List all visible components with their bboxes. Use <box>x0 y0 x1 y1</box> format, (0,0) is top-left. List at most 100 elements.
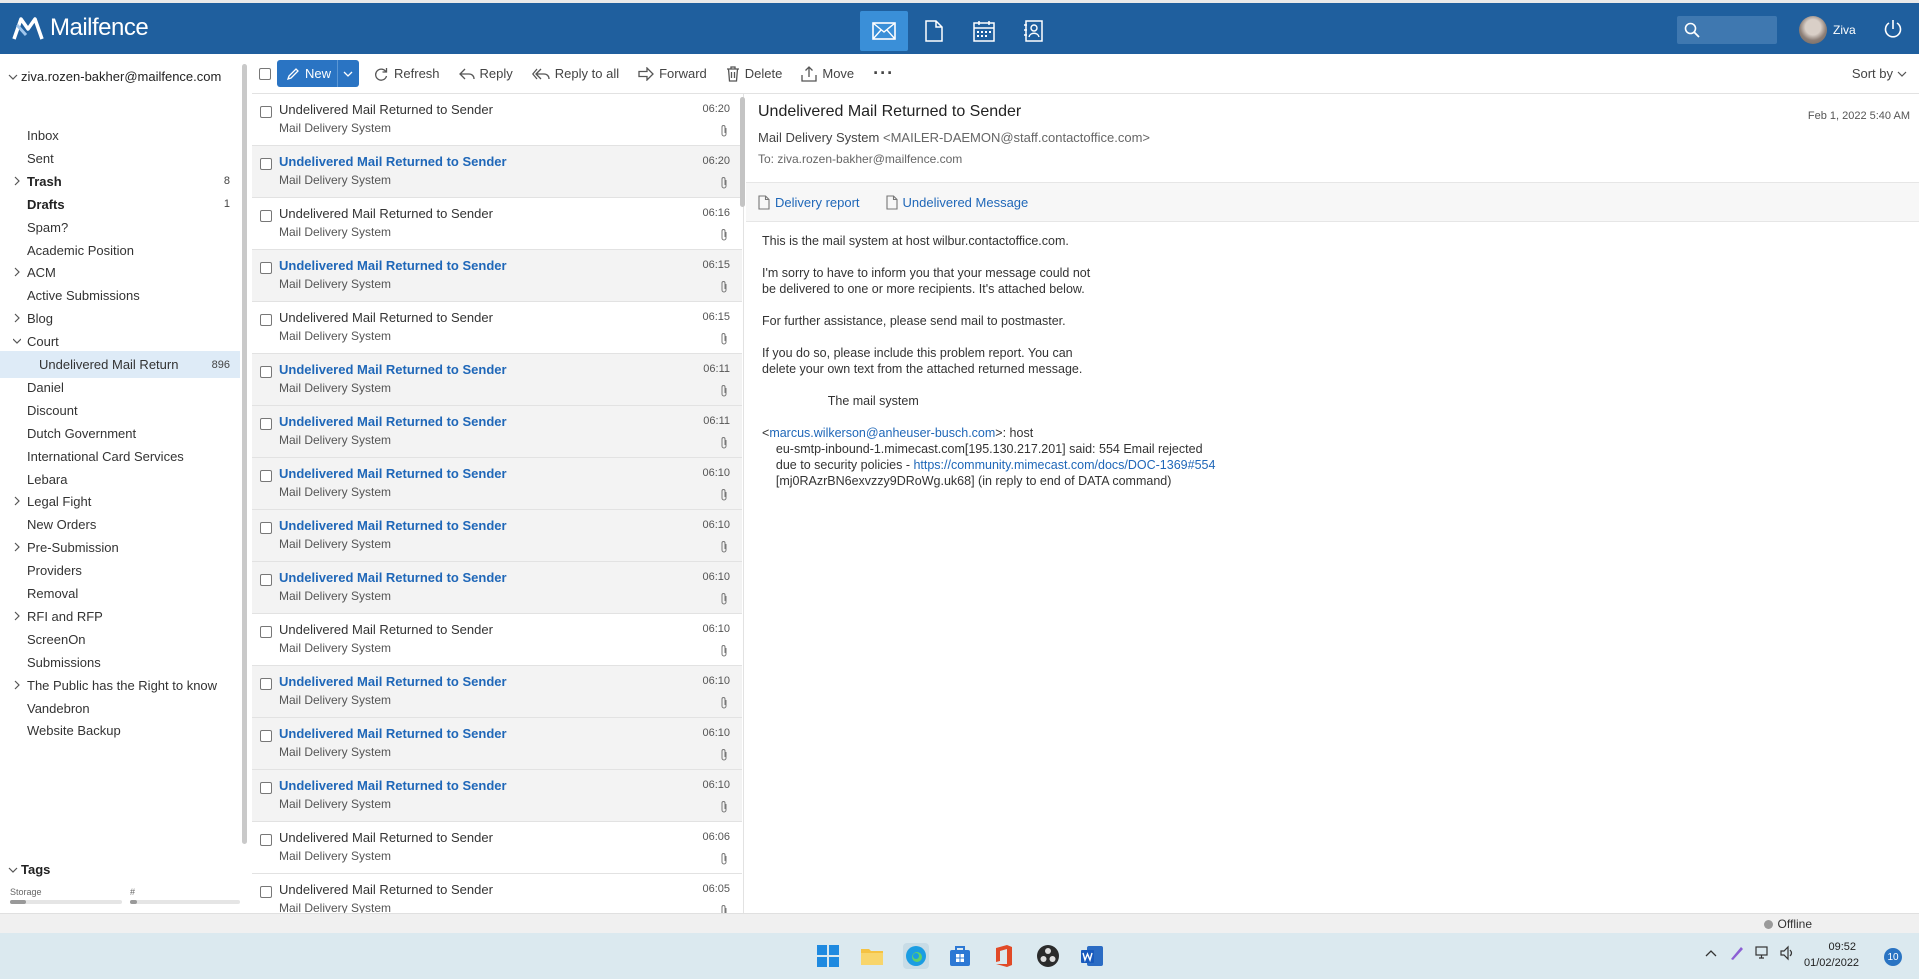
message-checkbox[interactable] <box>260 626 272 638</box>
attachment-delivery-report[interactable]: Delivery report <box>758 195 860 210</box>
message-checkbox[interactable] <box>260 314 272 326</box>
chevron-up-icon[interactable] <box>1705 948 1717 958</box>
chevron-right-icon[interactable] <box>13 496 21 506</box>
message-row[interactable]: Undelivered Mail Returned to Sender Mail … <box>252 302 742 354</box>
folder-icon <box>861 949 883 965</box>
message-checkbox[interactable] <box>260 782 272 794</box>
mailfence-logo[interactable]: Mailfence <box>12 14 149 42</box>
sort-by-dropdown[interactable]: Sort by <box>1852 66 1907 81</box>
attachment-icon <box>721 853 727 865</box>
edge-browser-button[interactable] <box>903 943 929 969</box>
reply-button[interactable]: Reply <box>458 66 513 81</box>
message-row[interactable]: Undelivered Mail Returned to Sender Mail … <box>252 770 742 822</box>
message-list-scrollbar[interactable] <box>740 97 745 207</box>
message-row[interactable]: Undelivered Mail Returned to Sender Mail … <box>252 874 742 913</box>
recipient-email-link[interactable]: marcus.wilkerson@anheuser-busch.com <box>769 426 995 440</box>
message-checkbox[interactable] <box>260 834 272 846</box>
message-checkbox[interactable] <box>260 574 272 586</box>
chevron-right-icon[interactable] <box>13 611 21 621</box>
more-actions-button[interactable]: ··· <box>873 63 894 84</box>
message-row[interactable]: Undelivered Mail Returned to Sender Mail … <box>252 94 742 146</box>
message-checkbox[interactable] <box>260 418 272 430</box>
windows-icon <box>817 945 839 967</box>
message-checkbox[interactable] <box>260 106 272 118</box>
policy-link[interactable]: https://community.mimecast.com/docs/DOC-… <box>913 458 1215 472</box>
obs-button[interactable] <box>1035 943 1061 969</box>
message-checkbox[interactable] <box>260 158 272 170</box>
chevron-down-icon[interactable] <box>13 336 21 346</box>
message-row-sender: Mail Delivery System <box>279 485 392 499</box>
message-row[interactable]: Undelivered Mail Returned to Sender Mail … <box>252 562 742 614</box>
chevron-right-icon[interactable] <box>13 267 21 277</box>
message-row-time: 06:20 <box>702 103 730 115</box>
message-checkbox[interactable] <box>260 730 272 742</box>
folder-name: International Card Services <box>27 448 184 464</box>
message-checkbox[interactable] <box>260 470 272 482</box>
offline-indicator[interactable]: Offline <box>1763 917 1812 931</box>
forward-button[interactable]: Forward <box>638 66 707 81</box>
contacts-app-button[interactable] <box>1010 11 1058 51</box>
message-row[interactable]: Undelivered Mail Returned to Sender Mail … <box>252 614 742 666</box>
search-input[interactable] <box>1677 16 1777 44</box>
storage-label: Storage <box>10 887 42 897</box>
refresh-button[interactable]: Refresh <box>373 66 440 82</box>
message-checkbox[interactable] <box>260 262 272 274</box>
documents-app-button[interactable] <box>910 11 958 51</box>
chevron-right-icon[interactable] <box>13 542 21 552</box>
word-icon <box>1081 946 1103 966</box>
start-button[interactable] <box>815 943 841 969</box>
message-row[interactable]: Undelivered Mail Returned to Sender Mail … <box>252 198 742 250</box>
tags-section[interactable]: Tags <box>8 862 50 877</box>
message-checkbox[interactable] <box>260 366 272 378</box>
message-row-time: 06:10 <box>702 571 730 583</box>
chevron-right-icon[interactable] <box>13 176 21 186</box>
pen-icon[interactable] <box>1729 945 1745 961</box>
message-checkbox[interactable] <box>260 886 272 898</box>
move-button[interactable]: Move <box>801 65 854 82</box>
store-button[interactable] <box>947 943 973 969</box>
attachment-undelivered-message[interactable]: Undelivered Message <box>885 195 1028 210</box>
sidebar-scrollbar[interactable] <box>242 64 247 844</box>
delete-button[interactable]: Delete <box>726 65 782 82</box>
word-button[interactable] <box>1079 943 1105 969</box>
message-row-subject: Undelivered Mail Returned to Sender <box>279 258 507 273</box>
taskbar-clock[interactable]: 09:52 01/02/2022 <box>1804 939 1859 971</box>
sidebar-folder[interactable]: Website Backup <box>0 717 240 744</box>
message-row[interactable]: Undelivered Mail Returned to Sender Mail … <box>252 458 742 510</box>
message-row[interactable]: Undelivered Mail Returned to Sender Mail … <box>252 250 742 302</box>
office-button[interactable] <box>991 943 1017 969</box>
message-checkbox[interactable] <box>260 210 272 222</box>
chevron-right-icon[interactable] <box>13 313 21 323</box>
notification-badge[interactable]: 10 <box>1884 948 1902 966</box>
new-message-button[interactable]: New <box>277 60 360 87</box>
reply-all-button[interactable]: Reply to all <box>531 66 619 81</box>
message-row-sender: Mail Delivery System <box>279 901 392 913</box>
select-all-checkbox[interactable] <box>259 67 271 80</box>
message-checkbox[interactable] <box>260 522 272 534</box>
message-row-time: 06:10 <box>702 623 730 635</box>
account-email: ziva.rozen-bakher@mailfence.com <box>21 69 222 84</box>
message-sender[interactable]: Mail Delivery System <MAILER-DAEMON@staf… <box>758 130 1150 145</box>
user-menu[interactable]: Ziva <box>1799 16 1856 44</box>
file-explorer-button[interactable] <box>859 943 885 969</box>
message-row[interactable]: Undelivered Mail Returned to Sender Mail … <box>252 354 742 406</box>
message-row[interactable]: Undelivered Mail Returned to Sender Mail … <box>252 510 742 562</box>
chevron-down-icon[interactable] <box>343 69 353 79</box>
logout-button[interactable] <box>1883 19 1903 39</box>
attachment-icon <box>721 749 727 761</box>
account-root[interactable]: ziva.rozen-bakher@mailfence.com <box>8 69 221 84</box>
mail-app-button[interactable] <box>860 11 908 51</box>
folder-name: Lebara <box>27 471 68 487</box>
message-row[interactable]: Undelivered Mail Returned to Sender Mail … <box>252 406 742 458</box>
message-row-time: 06:05 <box>702 883 730 895</box>
message-row-sender: Mail Delivery System <box>279 277 392 291</box>
message-row[interactable]: Undelivered Mail Returned to Sender Mail … <box>252 718 742 770</box>
volume-icon[interactable] <box>1779 945 1795 961</box>
message-row[interactable]: Undelivered Mail Returned to Sender Mail … <box>252 146 742 198</box>
message-row[interactable]: Undelivered Mail Returned to Sender Mail … <box>252 666 742 718</box>
network-icon[interactable] <box>1755 945 1771 961</box>
chevron-right-icon[interactable] <box>13 680 21 690</box>
message-row[interactable]: Undelivered Mail Returned to Sender Mail … <box>252 822 742 874</box>
message-checkbox[interactable] <box>260 678 272 690</box>
calendar-app-button[interactable] <box>960 11 1008 51</box>
